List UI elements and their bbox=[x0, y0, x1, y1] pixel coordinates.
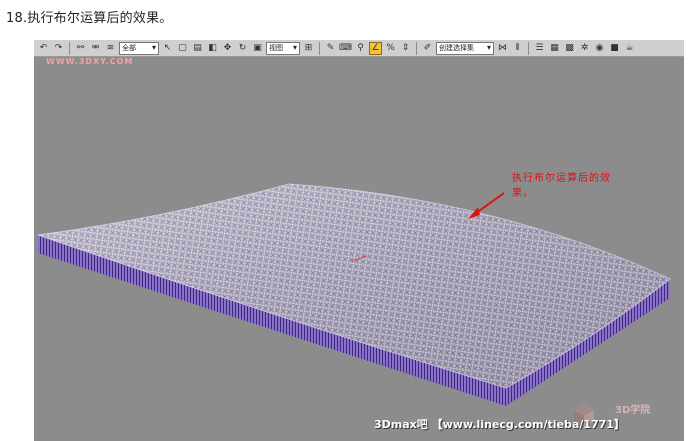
layer-icon[interactable]: ☰ bbox=[533, 42, 546, 55]
snap-icon[interactable]: ⚲ bbox=[354, 42, 367, 55]
keyboard-shortcut-icon[interactable]: ⌨ bbox=[339, 42, 352, 55]
material-editor-icon[interactable]: ✲ bbox=[578, 42, 591, 55]
mesh-render bbox=[37, 183, 671, 428]
toolbar-divider bbox=[416, 41, 417, 55]
caption: 18.执行布尔运算后的效果。 bbox=[6, 11, 173, 26]
forum-watermark: 3Dmax吧 【www.linecg.com/tieba/1771】 bbox=[374, 418, 625, 431]
toolbar-divider bbox=[319, 41, 320, 55]
window-crossing-icon[interactable]: ◧ bbox=[206, 42, 219, 55]
align-icon[interactable]: ⫴ bbox=[511, 42, 524, 55]
bind-icon[interactable]: ≋ bbox=[104, 42, 117, 55]
manipulate-icon[interactable]: ✎ bbox=[324, 42, 337, 55]
rotate-icon[interactable]: ↻ bbox=[236, 42, 249, 55]
percent-snap-icon[interactable]: % bbox=[384, 42, 397, 55]
select-icon[interactable]: ↖ bbox=[161, 42, 174, 55]
perspective-viewport[interactable]: 执行布尔运算后的效果。 bbox=[34, 58, 684, 441]
teapot-icon[interactable]: ☕ bbox=[623, 42, 636, 55]
undo-icon[interactable]: ↶ bbox=[37, 42, 50, 55]
curve-editor-icon[interactable]: ▦ bbox=[548, 42, 561, 55]
main-toolbar: ↶ ↷ ⚯ ⚮ ≋ 全部 ↖ ▢ ▤ ◧ ✥ ↻ ▣ 视图 ⊞ ✎ ⌨ ⚲ ∠ … bbox=[34, 40, 684, 57]
render-icon[interactable]: ■ bbox=[608, 42, 621, 55]
edit-named-selection-icon[interactable]: ✐ bbox=[421, 42, 434, 55]
spinner-snap-icon[interactable]: ⇕ bbox=[399, 42, 412, 55]
select-region-icon[interactable]: ▢ bbox=[176, 42, 189, 55]
render-setup-icon[interactable]: ◉ bbox=[593, 42, 606, 55]
named-selection-dropdown[interactable]: 创建选择集 bbox=[436, 41, 494, 55]
pivot-icon[interactable]: ⊞ bbox=[302, 42, 315, 55]
annotation-text: 执行布尔运算后的效果。 bbox=[512, 173, 611, 199]
link-icon[interactable]: ⚯ bbox=[74, 42, 87, 55]
redo-icon[interactable]: ↷ bbox=[52, 42, 65, 55]
unlink-icon[interactable]: ⚮ bbox=[89, 42, 102, 55]
toolbar-divider bbox=[69, 41, 70, 55]
site-logo-text: 3D学院 bbox=[615, 405, 651, 416]
angle-snap-icon[interactable]: ∠ bbox=[369, 41, 382, 55]
selection-filter-dropdown[interactable]: 全部 bbox=[119, 41, 159, 55]
toolbar-divider bbox=[528, 41, 529, 55]
schematic-icon[interactable]: ▩ bbox=[563, 42, 576, 55]
mirror-icon[interactable]: ⋈ bbox=[496, 42, 509, 55]
max-screenshot: ↶ ↷ ⚯ ⚮ ≋ 全部 ↖ ▢ ▤ ◧ ✥ ↻ ▣ 视图 ⊞ ✎ ⌨ ⚲ ∠ … bbox=[34, 40, 684, 441]
move-icon[interactable]: ✥ bbox=[221, 42, 234, 55]
reference-coord-dropdown[interactable]: 视图 bbox=[266, 41, 300, 55]
scale-icon[interactable]: ▣ bbox=[251, 42, 264, 55]
select-by-name-icon[interactable]: ▤ bbox=[191, 42, 204, 55]
